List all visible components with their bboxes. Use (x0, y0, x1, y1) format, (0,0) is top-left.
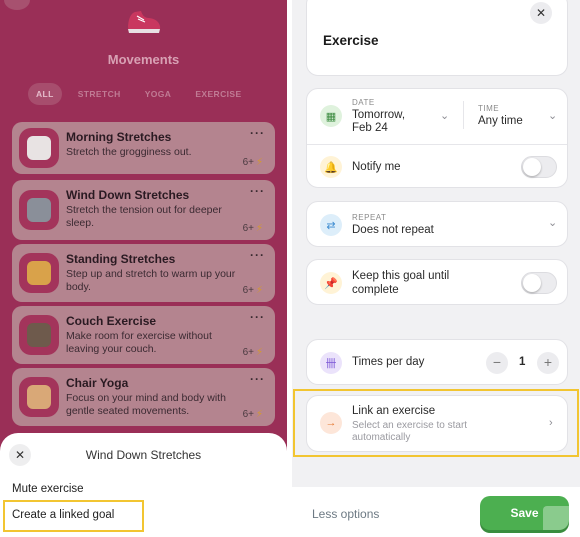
keep-goal-label: Keep this goal until complete (352, 270, 450, 296)
calendar-icon: ▦ (320, 105, 342, 127)
card-title: Couch Exercise (66, 314, 157, 328)
card-description: Step up and stretch to warm up your body… (66, 268, 236, 293)
notify-toggle[interactable] (521, 156, 557, 178)
create-linked-goal-option[interactable]: Create a linked goal (3, 500, 144, 532)
list-item[interactable]: Chair Yoga Focus on your mind and body w… (12, 368, 275, 426)
list-item[interactable]: Wind Down Stretches Stretch the tension … (12, 180, 275, 240)
schedule-card: ▦ DATE Tomorrow, Feb 24 ⌄ TIME Any time … (306, 88, 568, 188)
chevron-down-icon[interactable]: ⌄ (548, 216, 557, 229)
bolt-icon: ⚡ (255, 157, 263, 168)
card-description: Stretch the grogginess out. (66, 146, 192, 158)
tally-icon: 卌 (320, 352, 342, 374)
bell-icon: 🔔 (320, 156, 342, 178)
tab-exercise[interactable]: EXERCISE (187, 83, 249, 105)
shoe-icon (128, 11, 161, 33)
close-icon[interactable] (4, 0, 30, 10)
list-item[interactable]: Standing Stretches Step up and stretch t… (12, 244, 275, 302)
card-description: Stretch the tension out for deeper sleep… (66, 204, 222, 229)
create-linked-goal-label: Create a linked goal (12, 509, 115, 521)
repeat-value: Does not repeat (352, 224, 434, 236)
times-per-day-card: 卌 Times per day − 1 + (306, 339, 568, 385)
keep-goal-toggle[interactable] (521, 272, 557, 294)
page-title: Movements (107, 52, 180, 67)
tab-all[interactable]: ALL (28, 83, 62, 105)
tab-yoga[interactable]: YOGA (137, 83, 180, 105)
bolt-icon: ⚡ (255, 223, 263, 234)
increment-button[interactable]: + (537, 352, 559, 374)
card-title: Standing Stretches (66, 252, 176, 266)
list-item[interactable]: Morning Stretches Stretch the grogginess… (12, 122, 275, 174)
time-value[interactable]: Any time (478, 115, 523, 127)
sheet-title: Wind Down Stretches (85, 448, 202, 462)
date-label: DATE (352, 98, 375, 107)
bolt-icon: ⚡ (255, 347, 263, 358)
giraffe-icon (19, 253, 59, 293)
more-icon[interactable]: ··· (250, 248, 265, 262)
points-badge: 6+ ⚡ (242, 347, 263, 358)
card-title: Wind Down Stretches (66, 188, 190, 202)
more-icon[interactable]: ··· (250, 310, 265, 324)
points-badge: 6+ ⚡ (242, 157, 263, 168)
rooster-icon (19, 128, 59, 168)
bolt-icon: ⚡ (255, 409, 263, 420)
card-description: Focus on your mind and body with gentle … (66, 392, 226, 417)
keep-goal-card: 📌 Keep this goal until complete (306, 259, 568, 305)
points-badge: 6+ ⚡ (242, 223, 263, 234)
points-badge: 6+ ⚡ (242, 409, 263, 420)
card-title: Morning Stretches (66, 130, 172, 144)
notify-label: Notify me (352, 161, 401, 173)
chevron-down-icon[interactable]: ⌄ (440, 109, 449, 122)
decrement-button[interactable]: − (486, 352, 508, 374)
save-button[interactable]: Save (480, 496, 569, 530)
repeat-label: REPEAT (352, 213, 387, 222)
goal-editor-panel: ✕ Exercise ▦ DATE Tomorrow, Feb 24 ⌄ TIM… (292, 0, 580, 537)
time-label: TIME (478, 104, 500, 113)
more-icon[interactable]: ··· (250, 372, 265, 386)
bolt-icon: ⚡ (255, 285, 263, 296)
title-card: ✕ Exercise (306, 0, 568, 76)
times-per-day-value: 1 (519, 356, 526, 368)
pin-icon: 📌 (320, 272, 342, 294)
movements-panel: Movements ALL STRETCH YOGA EXERCISE Morn… (0, 0, 287, 537)
points-badge: 6+ ⚡ (242, 285, 263, 296)
list-item[interactable]: Couch Exercise Make room for exercise wi… (12, 306, 275, 364)
link-exercise-highlight (293, 389, 579, 457)
repeat-icon: ⇄ (320, 214, 342, 236)
filter-tabs: ALL STRETCH YOGA EXERCISE (28, 83, 258, 105)
tab-stretch[interactable]: STRETCH (70, 83, 129, 105)
goal-title: Exercise (323, 33, 379, 48)
card-description: Make room for exercise without leaving y… (66, 330, 212, 355)
less-options-button[interactable]: Less options (312, 507, 379, 521)
footer-bar: Less options Save (292, 487, 580, 537)
koala-icon (19, 190, 59, 230)
close-icon[interactable]: ✕ (530, 2, 552, 24)
mute-exercise-option[interactable]: Mute exercise (12, 483, 84, 495)
hamster-icon (19, 377, 59, 417)
chevron-down-icon[interactable]: ⌄ (548, 109, 557, 122)
more-icon[interactable]: ··· (250, 126, 265, 140)
sloth-icon (19, 315, 59, 355)
card-title: Chair Yoga (66, 376, 129, 390)
repeat-card[interactable]: ⇄ REPEAT Does not repeat ⌄ (306, 201, 568, 247)
more-icon[interactable]: ··· (250, 184, 265, 198)
times-per-day-label: Times per day (352, 356, 425, 368)
date-value[interactable]: Tomorrow, Feb 24 (352, 109, 422, 135)
